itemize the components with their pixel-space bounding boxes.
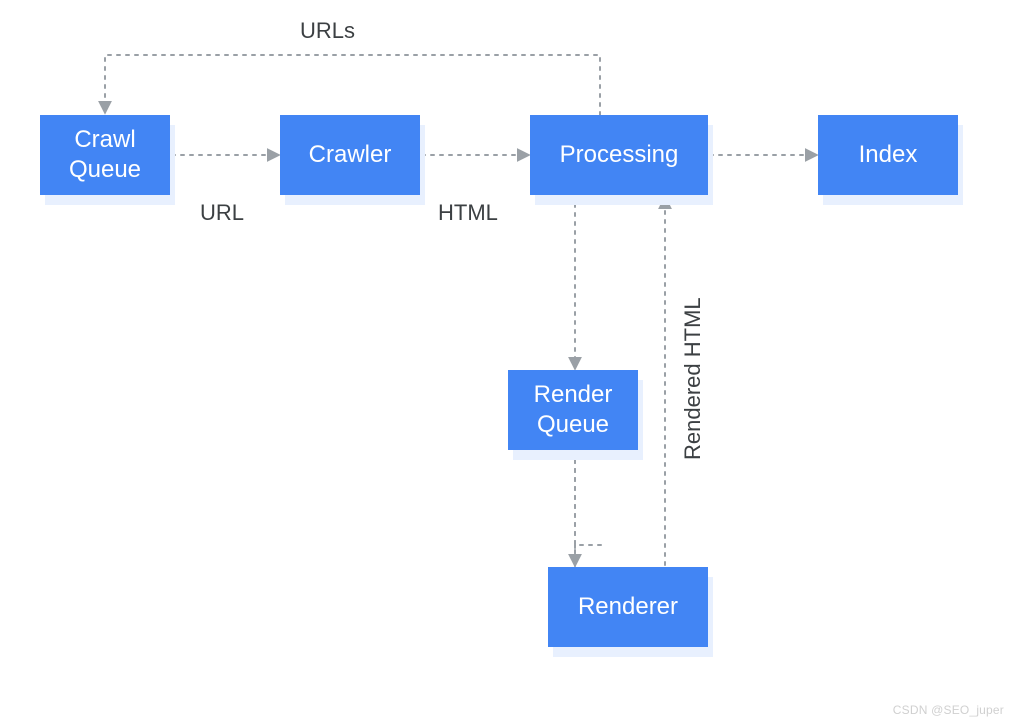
node-renderer: Renderer [548, 567, 708, 647]
node-label: Index [859, 140, 918, 170]
edge-label-url: URL [200, 200, 244, 226]
node-crawl-queue: Crawl Queue [40, 115, 170, 195]
connector-layer [0, 0, 1010, 721]
edge-to-renderer [575, 460, 602, 545]
edge-urls-back [105, 55, 600, 115]
node-label: Renderer [578, 592, 678, 622]
node-label: Render Queue [534, 380, 613, 440]
node-processing: Processing [530, 115, 708, 195]
edge-label-html: HTML [438, 200, 498, 226]
edge-label-urls: URLs [300, 18, 355, 44]
node-label: Crawler [309, 140, 392, 170]
watermark: CSDN @SEO_juper [893, 703, 1004, 717]
node-label: Processing [560, 140, 679, 170]
node-render-queue: Render Queue [508, 370, 638, 450]
node-index: Index [818, 115, 958, 195]
node-crawler: Crawler [280, 115, 420, 195]
node-label: Crawl Queue [69, 125, 141, 185]
edge-label-rendered-html: Rendered HTML [680, 260, 706, 460]
